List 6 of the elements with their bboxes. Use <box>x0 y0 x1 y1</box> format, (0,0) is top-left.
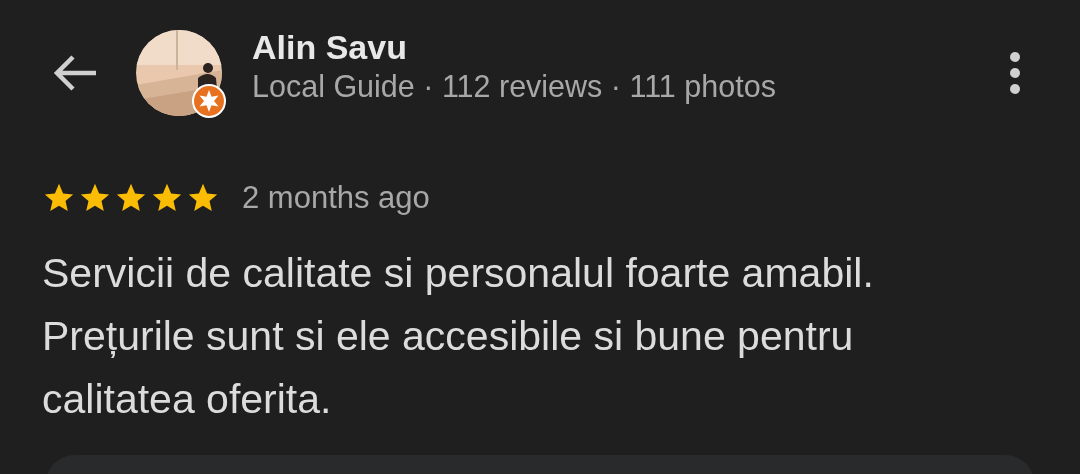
review-text: Servicii de calitate si personalul foarte amabil. Prețurile sunt si ele accesibile si bune pentru calitatea oferita. <box>42 249 875 424</box>
reviewer-name[interactable]: Alin Savu <box>252 27 990 67</box>
back-arrow-icon <box>52 53 98 93</box>
more-vertical-icon <box>1009 51 1021 95</box>
review-time: 2 months ago <box>242 180 430 216</box>
reviewer-stats: Local Guide · 112 reviews · 111 photos <box>252 68 777 105</box>
